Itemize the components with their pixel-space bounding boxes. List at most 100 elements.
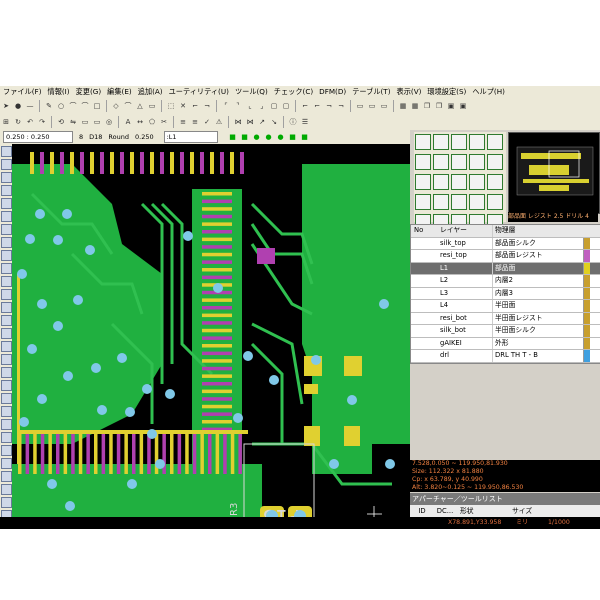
layer-row[interactable]: silk_bot 半田面シルク xyxy=(411,325,600,338)
corner2-icon[interactable]: ⌝ xyxy=(233,101,243,112)
layer2-icon[interactable]: ≡ xyxy=(190,117,200,128)
layer-color-swatch[interactable] xyxy=(583,262,590,274)
layer-green6-icon[interactable]: ■ xyxy=(288,132,298,143)
arc2-icon[interactable]: ⌒ xyxy=(80,101,90,112)
arc-icon[interactable]: ⌒ xyxy=(68,101,78,112)
square-icon[interactable]: □ xyxy=(92,101,102,112)
tool-icon[interactable] xyxy=(1,159,12,170)
menu-item[interactable]: チェック(C) xyxy=(271,86,316,98)
layer-tool-icon[interactable] xyxy=(451,194,467,210)
layer-color-swatch[interactable] xyxy=(583,237,590,249)
layer-row[interactable]: drl DRL TH T - B xyxy=(411,350,600,363)
layer-row[interactable]: L4 半田面 xyxy=(411,300,600,313)
tool-icon[interactable] xyxy=(1,458,12,469)
line-icon[interactable]: — xyxy=(25,101,35,112)
menu-item[interactable]: DFM(D) xyxy=(316,86,349,98)
layer-select[interactable]: :L1 xyxy=(163,131,218,143)
layer-tool-icon[interactable] xyxy=(433,154,449,170)
tool-icon[interactable] xyxy=(1,341,12,352)
grid2-icon[interactable]: ▦ xyxy=(410,101,420,112)
arrow-icon[interactable]: ↗ xyxy=(257,117,267,128)
corner3-icon[interactable]: ⌞ xyxy=(245,101,255,112)
layer-visibility-toggle[interactable] xyxy=(575,288,583,300)
tool-icon[interactable] xyxy=(1,315,12,326)
tool-icon[interactable] xyxy=(1,367,12,378)
via-icon[interactable]: ◎ xyxy=(104,117,114,128)
layer-tool-icon[interactable] xyxy=(451,154,467,170)
grid-input[interactable]: 0.250 : 0.250 xyxy=(3,131,73,143)
layer-tool-icon[interactable] xyxy=(415,194,431,210)
layer-row[interactable]: L2 内層2 xyxy=(411,275,600,288)
layer-icon[interactable]: ≡ xyxy=(178,117,188,128)
layer-tool-icon[interactable] xyxy=(433,174,449,190)
tool-icon[interactable] xyxy=(1,211,12,222)
layer-color-swatch[interactable] xyxy=(583,312,590,324)
layer-green5-icon[interactable]: ● xyxy=(276,132,286,143)
measure-icon[interactable]: ↔ xyxy=(135,117,145,128)
menu-item[interactable]: テーブル(T) xyxy=(349,86,393,98)
layer-tool-icon[interactable] xyxy=(487,174,503,190)
pencil-icon[interactable]: ✎ xyxy=(44,101,54,112)
menu-item[interactable]: 表示(V) xyxy=(394,86,425,98)
layer-tool-icon[interactable] xyxy=(469,174,485,190)
tool-icon[interactable] xyxy=(1,445,12,456)
layer-color-swatch[interactable] xyxy=(583,350,590,362)
corner-icon[interactable]: ⌜ xyxy=(221,101,231,112)
rect-icon[interactable]: ▭ xyxy=(147,101,157,112)
tool-icon[interactable] xyxy=(1,484,12,495)
layer-tool-icon[interactable] xyxy=(487,134,503,150)
net2-icon[interactable]: ⋈ xyxy=(245,117,255,128)
menu-item[interactable]: 編集(E) xyxy=(104,86,135,98)
layer-tool-icon[interactable] xyxy=(415,154,431,170)
menu-item[interactable]: ユーティリティ(U) xyxy=(166,86,232,98)
layer-row[interactable]: resi_top 部品面レジスト xyxy=(411,250,600,263)
rect2-icon[interactable]: ▭ xyxy=(355,101,365,112)
layer-color-swatch[interactable] xyxy=(583,250,590,262)
overview-minimap[interactable] xyxy=(508,132,600,214)
dot-icon[interactable]: ● xyxy=(13,101,23,112)
tool-icon[interactable] xyxy=(1,354,12,365)
layer-row[interactable]: gAIKEI 外形 xyxy=(411,337,600,350)
tool-icon[interactable] xyxy=(1,146,12,157)
copy2-icon[interactable]: ❐ xyxy=(434,101,444,112)
select-icon[interactable]: ⬚ xyxy=(166,101,176,112)
layer-visibility-toggle[interactable] xyxy=(575,325,583,337)
refresh-icon[interactable]: ↻ xyxy=(13,117,23,128)
window2-icon[interactable]: ▣ xyxy=(458,101,468,112)
layer-tool-icon[interactable] xyxy=(433,194,449,210)
layer-visibility-toggle[interactable] xyxy=(575,350,583,362)
text-icon[interactable]: A xyxy=(123,117,133,128)
layer-visibility-toggle[interactable] xyxy=(575,263,583,275)
tool-icon[interactable] xyxy=(1,185,12,196)
bracket4-icon[interactable]: ⌐ xyxy=(312,101,322,112)
pcb-canvas[interactable]: P13 R3 xyxy=(12,144,410,527)
layer-visibility-toggle[interactable] xyxy=(575,250,583,262)
grid-icon[interactable]: ▦ xyxy=(398,101,408,112)
layer-tool-icon[interactable] xyxy=(415,134,431,150)
bracket3-icon[interactable]: ⌐ xyxy=(300,101,310,112)
window-icon[interactable]: ▣ xyxy=(446,101,456,112)
layer-tool-icon[interactable] xyxy=(487,194,503,210)
tool-icon[interactable] xyxy=(1,237,12,248)
layer-tool-icon[interactable] xyxy=(433,134,449,150)
rotate-icon[interactable]: ⟲ xyxy=(56,117,66,128)
circle-icon[interactable]: ○ xyxy=(56,101,66,112)
menu-item[interactable]: 情報(I) xyxy=(45,86,73,98)
tool-icon[interactable] xyxy=(1,432,12,443)
layer-tool-icon[interactable] xyxy=(415,174,431,190)
bracket2-icon[interactable]: ¬ xyxy=(202,101,212,112)
tool-icon[interactable] xyxy=(1,224,12,235)
pad-icon[interactable]: ▭ xyxy=(80,117,90,128)
cut-icon[interactable]: ✂ xyxy=(159,117,169,128)
layer-tool-icon[interactable] xyxy=(469,134,485,150)
box-icon[interactable]: ▢ xyxy=(269,101,279,112)
menu-item[interactable]: ファイル(F) xyxy=(0,86,45,98)
arc3-icon[interactable]: ⌒ xyxy=(123,101,133,112)
info-icon[interactable]: ⓘ xyxy=(288,117,298,128)
layer-color-swatch[interactable] xyxy=(583,300,590,312)
tool-icon[interactable] xyxy=(1,328,12,339)
pad2-icon[interactable]: ▭ xyxy=(92,117,102,128)
tool-icon[interactable] xyxy=(1,276,12,287)
copy-icon[interactable]: ❐ xyxy=(422,101,432,112)
tool-icon[interactable] xyxy=(1,198,12,209)
